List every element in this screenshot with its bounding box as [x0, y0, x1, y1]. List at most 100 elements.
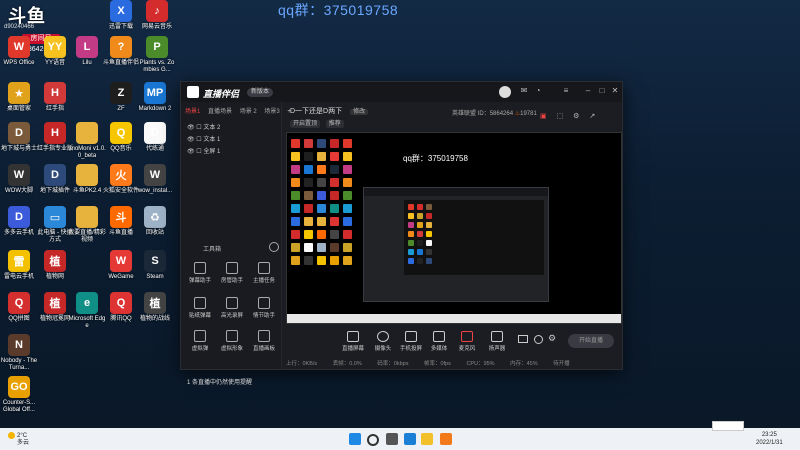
desktop-icon[interactable]: 斗斗鱼直播 [102, 206, 140, 237]
douyu-taskbar-icon[interactable] [440, 433, 452, 445]
desktop-icon[interactable]: 斗鱼PK2.4 [68, 164, 106, 195]
preview-thumb-icon [343, 256, 352, 265]
desktop-icon[interactable]: L Lilu [68, 36, 106, 67]
preview-thumb-icon [330, 217, 339, 226]
status-drop: 丢帧：0.0% [332, 361, 362, 367]
menu-icon[interactable]: ≡ [561, 86, 571, 96]
desktop-icon[interactable]: W WOW大脚 [0, 164, 38, 195]
desktop-icon[interactable]: X 迅雷下载 [102, 0, 140, 31]
tool-item[interactable]: 情节助手 [249, 297, 279, 319]
scene-item[interactable]: 👁 ☐ 全屏 1 [187, 146, 220, 155]
desktop-icon[interactable]: Z ZF [102, 82, 140, 113]
desktop-icon[interactable]: MP Markdown 2 [136, 82, 174, 113]
system-tray[interactable] [712, 421, 744, 431]
desktop-icon[interactable]: Q QQ音乐 [102, 122, 140, 153]
desktop-icon[interactable]: D 多多云手机 [0, 206, 38, 237]
phone-cast-button[interactable]: 手机投屏 [398, 331, 424, 352]
desktop-icon-label: 迅雷下载 [108, 24, 133, 30]
desktop-icon[interactable]: Wwow_instal... [136, 164, 174, 195]
scene-item[interactable]: 👁 ☐ 文本 1 [187, 134, 220, 143]
tool-item[interactable]: 主播任务 [249, 262, 279, 284]
tab-scene-1[interactable]: 场景1 [185, 109, 200, 115]
desktop-icon[interactable]: 植植物的战线 [136, 292, 174, 323]
export-icon[interactable]: ↗ [589, 113, 595, 120]
edit-title-button[interactable]: 修改 [350, 109, 369, 115]
desktop-icon[interactable]: GO Counter-S... Global Off... [0, 376, 38, 414]
desktop-icon[interactable]: Q 腾讯QQ [102, 292, 140, 323]
start-live-button[interactable]: 开始直播 [568, 334, 614, 348]
status-bitrate: 码率：0kbps [377, 361, 409, 367]
camera-button[interactable]: 摄像头 [370, 331, 396, 352]
desktop-icon[interactable]: ImoMoni v1.0.0_beta [68, 122, 106, 160]
desktop-icon[interactable]: ? 斗鱼直播伴侣 [102, 36, 140, 67]
toolbox-settings-icon[interactable] [269, 242, 279, 252]
desktop-icon[interactable]: W WPS Office [0, 36, 38, 67]
file-explorer-icon[interactable] [421, 433, 433, 445]
speaker-button[interactable]: 扬声器 [484, 331, 510, 352]
weather-widget[interactable]: 2°C 多云 [8, 432, 29, 447]
preview-thumb-icon [426, 249, 432, 255]
tool-item[interactable]: 房管助手 [217, 262, 247, 284]
preview-thumb-icon [343, 217, 352, 226]
tab-scene-3[interactable]: 场景3 [264, 109, 279, 115]
desktop-icon[interactable]: ♪ 网易云音乐 [138, 0, 176, 31]
settings-icon[interactable]: ⚙ [573, 113, 579, 120]
share-icon[interactable]: ⬚ [557, 113, 564, 120]
tool-item[interactable]: 贴纸弹幕 [185, 297, 215, 319]
tab-live-scene[interactable]: 直播场景 [208, 109, 232, 115]
desktop-icon[interactable]: P Plants vs. Zombies G... [138, 36, 176, 74]
minimize-icon[interactable]: – [583, 86, 593, 96]
media-button[interactable]: 多媒体 [426, 331, 452, 352]
scene-item[interactable]: 👁 ☐ 文本 2 [187, 122, 220, 131]
record-icon[interactable] [518, 335, 528, 343]
desktop-icon[interactable]: D 代练通 [136, 122, 174, 153]
avatar[interactable] [499, 86, 511, 98]
screen-capture-button[interactable]: 直播屏幕 [340, 331, 366, 352]
desktop-icon[interactable]: D 地下城与勇士 [0, 122, 38, 153]
desktop-icon[interactable]: S Steam [136, 250, 174, 281]
search-icon[interactable] [367, 434, 379, 446]
desktop-icon[interactable]: H 红手指 [36, 82, 74, 113]
tool-item[interactable]: 虚拟形象 [217, 330, 247, 352]
start-icon[interactable] [349, 433, 361, 445]
version-badge[interactable]: 新版本 [247, 88, 274, 97]
preview-thumb-icon [291, 256, 300, 265]
taskbar-app-icon[interactable] [404, 433, 416, 445]
tool-item[interactable]: 直播画板 [249, 330, 279, 352]
desktop-icon[interactable]: ★ 桌面管家 [0, 82, 38, 113]
desktop-icon[interactable]: W WeGame [102, 250, 140, 281]
desktop-icon[interactable]: Q QQ拼图 [0, 292, 38, 323]
close-icon[interactable]: ✕ [610, 86, 620, 96]
tag-recommend[interactable]: 推荐 [325, 120, 344, 128]
bell-icon[interactable]: ◔ [533, 86, 543, 96]
app-icon: H [44, 122, 66, 144]
desktop-icon[interactable]: ♻ 回收站 [136, 206, 174, 237]
title-bar[interactable]: 直播伴侣 新版本 ✉ ◔ ≡ – □ ✕ [181, 82, 622, 102]
desktop-icon[interactable]: 雷雷电云手机 [0, 250, 38, 281]
desktop-icon-label: 斗鱼直播伴侣 [102, 60, 139, 66]
desktop-icon[interactable]: 火火狐安全软件 [102, 164, 140, 195]
desktop-icon[interactable]: N Nobody - The Turna... [0, 334, 38, 372]
gear-icon[interactable]: ⚙ [548, 333, 556, 344]
stream-preview[interactable]: qq群：375019758 [286, 132, 622, 324]
desktop-icon-label: 雷电云手机 [3, 274, 34, 280]
timer-icon[interactable] [534, 335, 543, 344]
tag-pin[interactable]: 开启置顶 [290, 120, 321, 128]
desktop-icon[interactable]: 植植物网 [36, 250, 74, 281]
tab-scene-2[interactable]: 场景 2 [240, 109, 257, 115]
tool-item[interactable]: 弹幕助手 [185, 262, 215, 284]
desktop-icon[interactable]: 我要直播/精彩视频 [68, 206, 106, 244]
microphone-button[interactable]: 麦克风 [454, 331, 480, 352]
desktop-icon-label: Lilu [82, 60, 92, 66]
maximize-icon[interactable]: □ [597, 86, 607, 96]
preview-thumb-icon [291, 152, 300, 161]
gift-icon[interactable]: ▣ [540, 113, 547, 120]
tool-item[interactable]: 虚拟弹 [185, 330, 215, 352]
preview-thumb-icon [304, 243, 313, 252]
live-hint[interactable]: 1 条直播中仍然使用提醒 [187, 377, 252, 386]
tool-item[interactable]: 高光录屏 [217, 297, 247, 319]
task-view-icon[interactable] [386, 433, 398, 445]
message-icon[interactable]: ✉ [519, 86, 529, 96]
clock[interactable]: 23:25 2022/1/31 [756, 431, 783, 447]
desktop-icon[interactable]: e Microsoft Edge [68, 292, 106, 330]
